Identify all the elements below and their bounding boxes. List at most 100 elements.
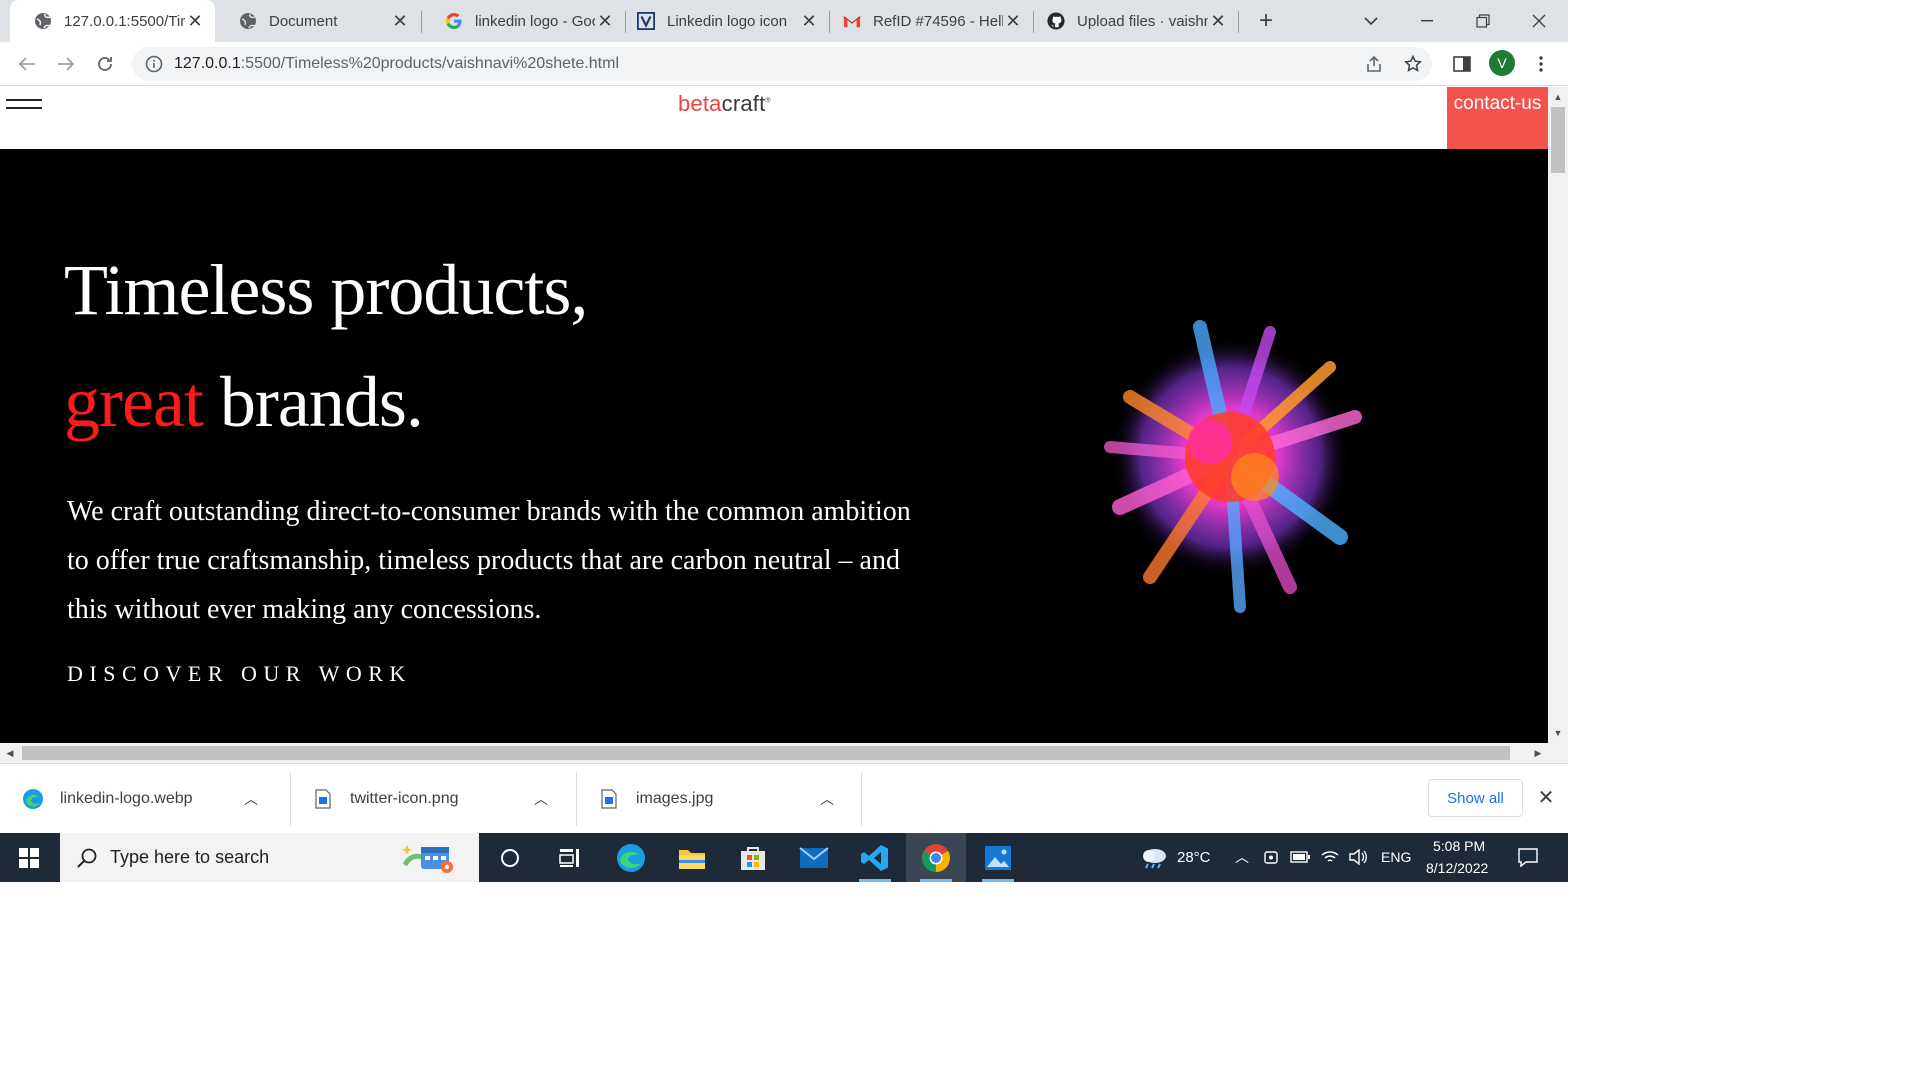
taskbar-file-explorer[interactable] <box>662 833 722 882</box>
chevron-up-icon[interactable]: ︿ <box>240 788 262 810</box>
taskbar-mail[interactable] <box>784 833 844 882</box>
discover-our-work-link[interactable]: DISCOVER OUR WORK <box>67 661 412 687</box>
photos-icon <box>985 845 1011 870</box>
new-tab-button[interactable]: + <box>1251 6 1281 36</box>
tab-title: RefID #74596 - Hell <box>873 12 1003 30</box>
clock-date[interactable]: 8/12/2022 <box>1426 860 1488 876</box>
image-file-icon <box>312 788 334 810</box>
notification-icon[interactable] <box>1517 846 1539 868</box>
url-text: 127.0.0.1:5500/Timeless%20products/vaish… <box>174 55 619 73</box>
profile-avatar[interactable]: V <box>1489 50 1515 76</box>
scroll-down-arrow-icon[interactable]: ▼ <box>1552 727 1564 739</box>
mail-icon <box>799 846 829 868</box>
meet-now-icon[interactable] <box>1261 847 1281 867</box>
weather-temperature[interactable]: 28°C <box>1177 849 1211 866</box>
tab-title: Upload files · vaishn <box>1077 12 1208 30</box>
reload-icon <box>98 57 112 71</box>
scroll-right-arrow-icon[interactable]: ▶ <box>1532 747 1544 759</box>
battery-icon[interactable] <box>1290 847 1310 867</box>
info-icon[interactable] <box>144 54 164 74</box>
weather-icon[interactable] <box>1140 845 1168 869</box>
tab-github[interactable]: Upload files · vaishn ✕ <box>1033 0 1238 42</box>
brand-logo[interactable]: betacraft® <box>678 91 771 117</box>
volume-icon[interactable] <box>1348 847 1368 867</box>
site-header: betacraft® contact-us <box>0 87 1548 149</box>
tab-google-search[interactable]: linkedin logo - Goo ✕ <box>421 0 625 42</box>
scroll-up-arrow-icon[interactable]: ▲ <box>1552 91 1564 103</box>
start-button[interactable] <box>0 833 58 882</box>
share-button[interactable] <box>1357 47 1391 81</box>
tab-title: Linkedin logo icon <box>667 12 788 30</box>
arrow-right-icon <box>58 57 75 71</box>
bookmark-button[interactable] <box>1396 47 1430 81</box>
window-close-button[interactable] <box>1511 0 1567 42</box>
windows-logo-icon <box>19 847 39 868</box>
minimize-button[interactable] <box>1399 0 1455 42</box>
taskbar-vscode[interactable] <box>845 833 905 882</box>
minimize-icon <box>1421 20 1433 22</box>
language-indicator[interactable]: ENG <box>1381 849 1411 865</box>
tab-gmail[interactable]: RefID #74596 - Hell ✕ <box>829 0 1033 42</box>
close-icon[interactable]: ✕ <box>1535 786 1557 809</box>
download-item[interactable]: images.jpg ︿ <box>576 772 861 826</box>
forward-button[interactable] <box>51 49 81 79</box>
download-filename: images.jpg <box>636 790 714 807</box>
logo-registered-mark: ® <box>765 97 771 105</box>
taskbar-microsoft-store[interactable] <box>723 833 783 882</box>
chevron-up-icon[interactable]: ︿ <box>530 788 552 810</box>
tab-vectorstock[interactable]: Linkedin logo icon ✕ <box>625 0 829 42</box>
vertical-scroll-thumb[interactable] <box>1551 107 1565 173</box>
contact-us-button[interactable]: contact-us <box>1447 87 1548 149</box>
back-button[interactable] <box>12 49 42 79</box>
close-icon[interactable]: ✕ <box>1208 11 1228 31</box>
download-item[interactable]: linkedin-logo.webp ︿ <box>0 772 290 826</box>
tab-search-button[interactable] <box>1343 0 1399 42</box>
edge-icon <box>617 843 645 872</box>
hero-headline-line1: Timeless products, <box>64 250 588 330</box>
hamburger-menu-icon[interactable] <box>6 99 42 113</box>
close-icon[interactable]: ✕ <box>1003 11 1023 31</box>
close-icon[interactable]: ✕ <box>799 11 819 31</box>
search-placeholder: Type here to search <box>110 847 270 867</box>
side-panel-button[interactable] <box>1447 49 1477 79</box>
taskbar-chrome[interactable] <box>906 833 966 882</box>
cortana-button[interactable] <box>480 833 540 882</box>
restore-icon <box>1476 14 1490 28</box>
close-icon[interactable]: ✕ <box>185 11 205 31</box>
arrow-left-icon <box>18 57 35 71</box>
show-all-button[interactable]: Show all <box>1428 779 1523 817</box>
horizontal-scroll-thumb[interactable] <box>22 746 1510 760</box>
taskbar-search-box[interactable]: Type here to search <box>60 833 479 882</box>
chrome-icon <box>922 843 950 872</box>
scroll-left-arrow-icon[interactable]: ◀ <box>4 747 16 759</box>
globe-icon <box>239 12 257 30</box>
taskbar-edge[interactable] <box>601 833 661 882</box>
tab-title: linkedin logo - Goo <box>475 12 595 30</box>
url-path: :5500/Timeless%20products/vaishnavi%20sh… <box>240 55 620 72</box>
horizontal-scrollbar[interactable]: ◀ ▶ <box>0 743 1548 763</box>
wifi-icon[interactable] <box>1320 847 1340 867</box>
tab-document[interactable]: Document ✕ <box>215 0 420 42</box>
download-item[interactable]: twitter-icon.png ︿ <box>290 772 576 826</box>
tab-title: 127.0.0.1:5500/Time <box>64 12 185 30</box>
url-host: 127.0.0.1 <box>174 55 241 72</box>
reload-button[interactable] <box>90 49 120 79</box>
vectorstock-icon <box>637 12 655 30</box>
vertical-scrollbar[interactable]: ▲ ▼ <box>1548 87 1568 743</box>
image-file-icon <box>598 788 620 810</box>
tab-localhost[interactable]: 127.0.0.1:5500/Time ✕ <box>10 0 215 42</box>
close-icon[interactable]: ✕ <box>595 11 615 31</box>
restore-button[interactable] <box>1455 0 1511 42</box>
chevron-up-icon[interactable]: ︿ <box>1232 847 1252 867</box>
close-icon[interactable]: ✕ <box>390 11 410 31</box>
address-bar[interactable]: 127.0.0.1:5500/Timeless%20products/vaish… <box>132 47 1432 81</box>
clock-time[interactable]: 5:08 PM <box>1433 838 1485 854</box>
chevron-up-icon[interactable]: ︿ <box>816 788 838 810</box>
vscode-icon <box>861 844 888 871</box>
hero-description: We craft outstanding direct-to-consumer … <box>67 496 911 625</box>
color-explosion-image <box>1104 320 1362 613</box>
edge-file-icon <box>22 788 44 810</box>
browser-menu-button[interactable] <box>1526 49 1556 79</box>
taskbar-photos[interactable] <box>968 833 1028 882</box>
task-view-button[interactable] <box>540 833 600 882</box>
